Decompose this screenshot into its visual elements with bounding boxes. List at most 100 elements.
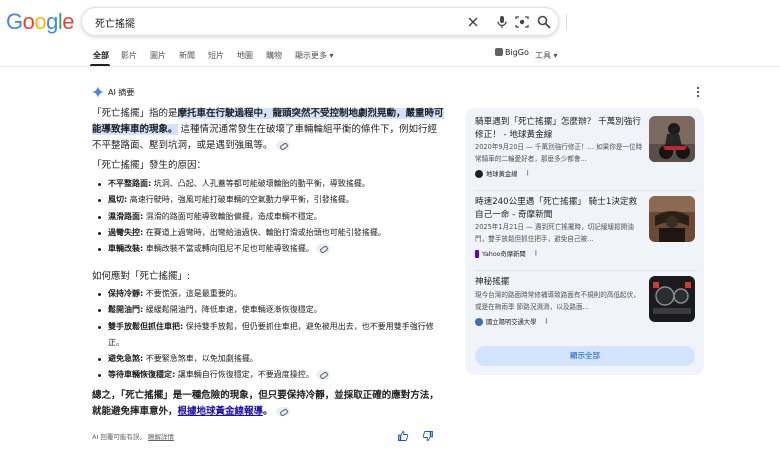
source-link-icon[interactable]	[316, 370, 331, 380]
source-title[interactable]: 神秘搖擺	[475, 276, 645, 289]
tab-shopping[interactable]: 購物	[266, 50, 282, 61]
learn-more-link[interactable]: 瞭解詳情	[148, 433, 174, 441]
source-thumbnail[interactable]	[649, 116, 695, 162]
tab-all[interactable]: 全部	[93, 50, 109, 61]
more-options-icon[interactable]	[696, 86, 700, 98]
tab-more[interactable]: 顯示更多 ▾	[295, 50, 334, 61]
ai-overview-summary: 總之，「死亡搖擺」是一種危險的現象，但只要保持冷靜，並採取正確的應對方法，就能避…	[92, 388, 444, 419]
microphone-icon[interactable]	[494, 14, 510, 30]
google-logo[interactable]: Google	[6, 9, 75, 35]
more-options-icon[interactable]: ⋮	[533, 250, 539, 257]
clear-icon[interactable]	[465, 14, 481, 30]
response-list: 保持冷靜: 不要慌張，這是最重要的。 鬆開油門: 緩緩鬆開油門，降低車速，使車輛…	[98, 286, 438, 384]
item-term: 等待車輛恢復穩定:	[108, 370, 176, 380]
thumbs-up-icon[interactable]	[397, 430, 409, 442]
site-name: 國立陽明交通大學	[486, 319, 537, 326]
thumbs-down-icon[interactable]	[422, 430, 434, 442]
logo-letter: G	[6, 9, 23, 34]
source-snippet: 2020年9月20日 — 千萬別強行修正！... 如果你是一位時常騎車的二輪愛好…	[475, 143, 643, 163]
source-title[interactable]: 時速240公里遇「死亡搖擺」 騎士1決定救自己一命 - 奇摩新聞	[475, 196, 645, 222]
motorcycle-dashboard-image	[649, 196, 695, 242]
source-site: 地球黃金線 ⋮	[475, 169, 531, 178]
source-site: Yahoo奇摩新聞 ⋮	[475, 249, 539, 258]
motorcycle-cockpit-image	[649, 276, 695, 322]
biggo-extension[interactable]: BigGo	[495, 48, 529, 57]
tab-maps[interactable]: 地圖	[237, 50, 253, 61]
site-favicon-icon	[475, 169, 483, 178]
item-text: 坑洞、凸起、人孔蓋等都可能破壞輪胎的動平衡，導致搖擺。	[151, 179, 370, 188]
summary-source-link[interactable]: 根據地球黃金線報導	[178, 406, 264, 417]
site-name: 地球黃金線	[486, 171, 518, 178]
site-favicon-icon	[475, 249, 479, 258]
source-link-icon[interactable]	[316, 244, 331, 254]
logo-letter: o	[34, 9, 47, 34]
source-title[interactable]: 騎車遇到「死亡搖擺」怎麼辦？ 千萬別強行修正！ - 地球黃金線	[475, 116, 645, 142]
show-all-button[interactable]: 顯示全部	[475, 346, 695, 366]
gemini-sparkle-icon	[92, 86, 104, 98]
item-text: 高速行駛時，強風可能打破車輛的空氣動力學平衡，引發搖擺。	[127, 195, 354, 205]
item-text: 在賽道上過彎時，出彎給油過快、輪胎打滑或抬頭也可能引發搖擺。	[143, 227, 386, 237]
item-term: 不平整路面:	[108, 179, 152, 188]
source-link-icon[interactable]	[275, 406, 290, 416]
tab-shorts[interactable]: 短片	[208, 50, 224, 61]
item-term: 過彎失控:	[108, 227, 144, 237]
camera-lens-icon[interactable]	[514, 14, 530, 30]
card-divider	[475, 190, 697, 191]
source-thumbnail[interactable]	[649, 196, 695, 242]
list-item: 不平整路面: 坑洞、凸起、人孔蓋等都可能破壞輪胎的動平衡，導致搖擺。	[98, 176, 438, 192]
source-snippet: 現今台灣的路面時常修補導致路面有不規則的高低起伏，或是在梅雨季 節路況濕滑，以及…	[475, 291, 640, 311]
list-item: 鬆開油門: 緩緩鬆開油門，降低車速，使車輛逐漸恢復穩定。	[98, 302, 438, 318]
item-text: 不要緊急煞車，以免加劇搖擺。	[143, 354, 258, 364]
list-item: 風切: 高速行駛時，強風可能打破車輛的空氣動力學平衡，引發搖擺。	[98, 192, 438, 208]
list-item: 車輛改裝: 車輛改裝不當或轉向阻尼不足也可能導致搖擺。	[98, 241, 438, 257]
item-text: 緩緩鬆開油門，降低車速，使車輛逐漸恢復穩定。	[143, 305, 322, 315]
source-thumbnail[interactable]	[649, 276, 695, 322]
source-link-icon[interactable]	[275, 141, 290, 150]
source-card[interactable]: 神秘搖擺 現今台灣的路面時常修補導致路面有不規則的高低起伏，或是在梅雨季 節路況…	[475, 276, 699, 336]
site-favicon-icon	[475, 317, 483, 326]
card-divider	[475, 270, 697, 271]
search-icon[interactable]	[536, 14, 552, 30]
item-term: 避免急煞:	[108, 354, 144, 364]
item-text: 讓車輛自行恢復穩定，不要過度操控。	[175, 370, 314, 380]
list-item: 等待車輛恢復穩定: 讓車輛自行恢復穩定，不要過度操控。	[98, 367, 438, 383]
search-box[interactable]: 死亡搖擺	[81, 7, 567, 36]
logo-letter: g	[46, 9, 58, 34]
summary-end: 。	[263, 405, 273, 417]
item-term: 保持冷靜:	[108, 289, 144, 298]
ai-overview-intro: 「死亡搖擺」指的是摩托車在行駛過程中，龍頭突然不受控制地劇烈晃動，嚴重時可能導致…	[92, 106, 444, 154]
header-divider	[0, 66, 780, 67]
response-heading: 如何應對「死亡搖擺」:	[92, 271, 191, 282]
motorcycle-rider-image	[649, 116, 695, 162]
site-name: Yahoo奇摩新聞	[482, 251, 526, 258]
item-text: 車輛改裝不當或轉向阻尼不足也可能導致搖擺。	[143, 244, 314, 254]
disclaimer-text: AI 回覆可能有誤。	[92, 433, 146, 441]
logo-letter: e	[62, 9, 75, 34]
tab-images[interactable]: 圖片	[150, 50, 166, 61]
item-term: 風切:	[108, 195, 128, 205]
tools-button[interactable]: 工具 ▾	[535, 50, 558, 61]
list-item: 避免急煞: 不要緊急煞車，以免加劇搖擺。	[98, 351, 438, 367]
source-card[interactable]: 時速240公里遇「死亡搖擺」 騎士1決定救自己一命 - 奇摩新聞 2025年1月…	[475, 196, 699, 266]
ai-overview-header: AI 摘要	[92, 85, 134, 99]
item-term: 雙手放鬆但抓住車把:	[108, 321, 184, 331]
list-item: 雙手放鬆但抓住車把: 保持雙手放鬆，但仍要抓住車把，避免被甩出去，也不要用雙手強…	[98, 319, 438, 352]
tab-news[interactable]: 新聞	[179, 50, 195, 61]
causes-list: 不平整路面: 坑洞、凸起、人孔蓋等都可能破壞輪胎的動平衡，導致搖擺。 風切: 高…	[98, 176, 438, 257]
search-query[interactable]: 死亡搖擺	[95, 15, 135, 30]
source-site: 國立陽明交通大學 ⋮	[475, 317, 550, 326]
source-card[interactable]: 騎車遇到「死亡搖擺」怎麼辦？ 千萬別強行修正！ - 地球黃金線 2020年9月2…	[475, 116, 699, 186]
ai-disclaimer: AI 回覆可能有誤。 瞭解詳情	[92, 431, 174, 441]
intro-lead: 「死亡搖擺」指的是	[92, 108, 178, 119]
list-item: 過彎失控: 在賽道上過彎時，出彎給油過快、輪胎打滑或抬頭也可能引發搖擺。	[98, 225, 438, 241]
more-options-icon[interactable]: ⋮	[524, 170, 530, 177]
logo-letter: o	[22, 9, 35, 34]
biggo-icon	[495, 48, 503, 56]
list-item: 濕滑路面: 濕滑的路面可能導致輪胎偏擺，造成車輛不穩定。	[98, 209, 438, 225]
more-options-icon[interactable]: ⋮	[543, 318, 549, 325]
causes-heading: 「死亡搖擺」發生的原因：	[92, 160, 207, 171]
source-snippet: 2025年1月21日 — 遇到死亡搖擺時，切記緩緩鬆開油門，雙手放鬆但抓住把手，…	[475, 223, 634, 243]
ai-overview-title: AI 摘要	[108, 87, 135, 97]
item-term: 濕滑路面:	[108, 211, 144, 221]
tab-videos[interactable]: 影片	[121, 50, 137, 61]
